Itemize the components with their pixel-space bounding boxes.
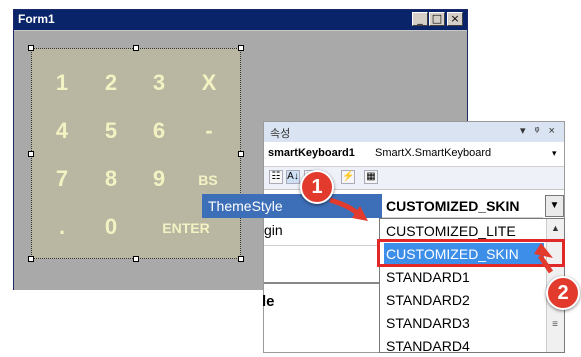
callout-arrow-2: [537, 254, 554, 274]
callout-arrow-1: [329, 197, 360, 216]
callout-badge-2: 2: [546, 276, 580, 310]
callout-arrows: [329, 197, 554, 274]
arrowhead-icon: [534, 243, 553, 258]
callout-badge-1: 1: [300, 170, 334, 204]
